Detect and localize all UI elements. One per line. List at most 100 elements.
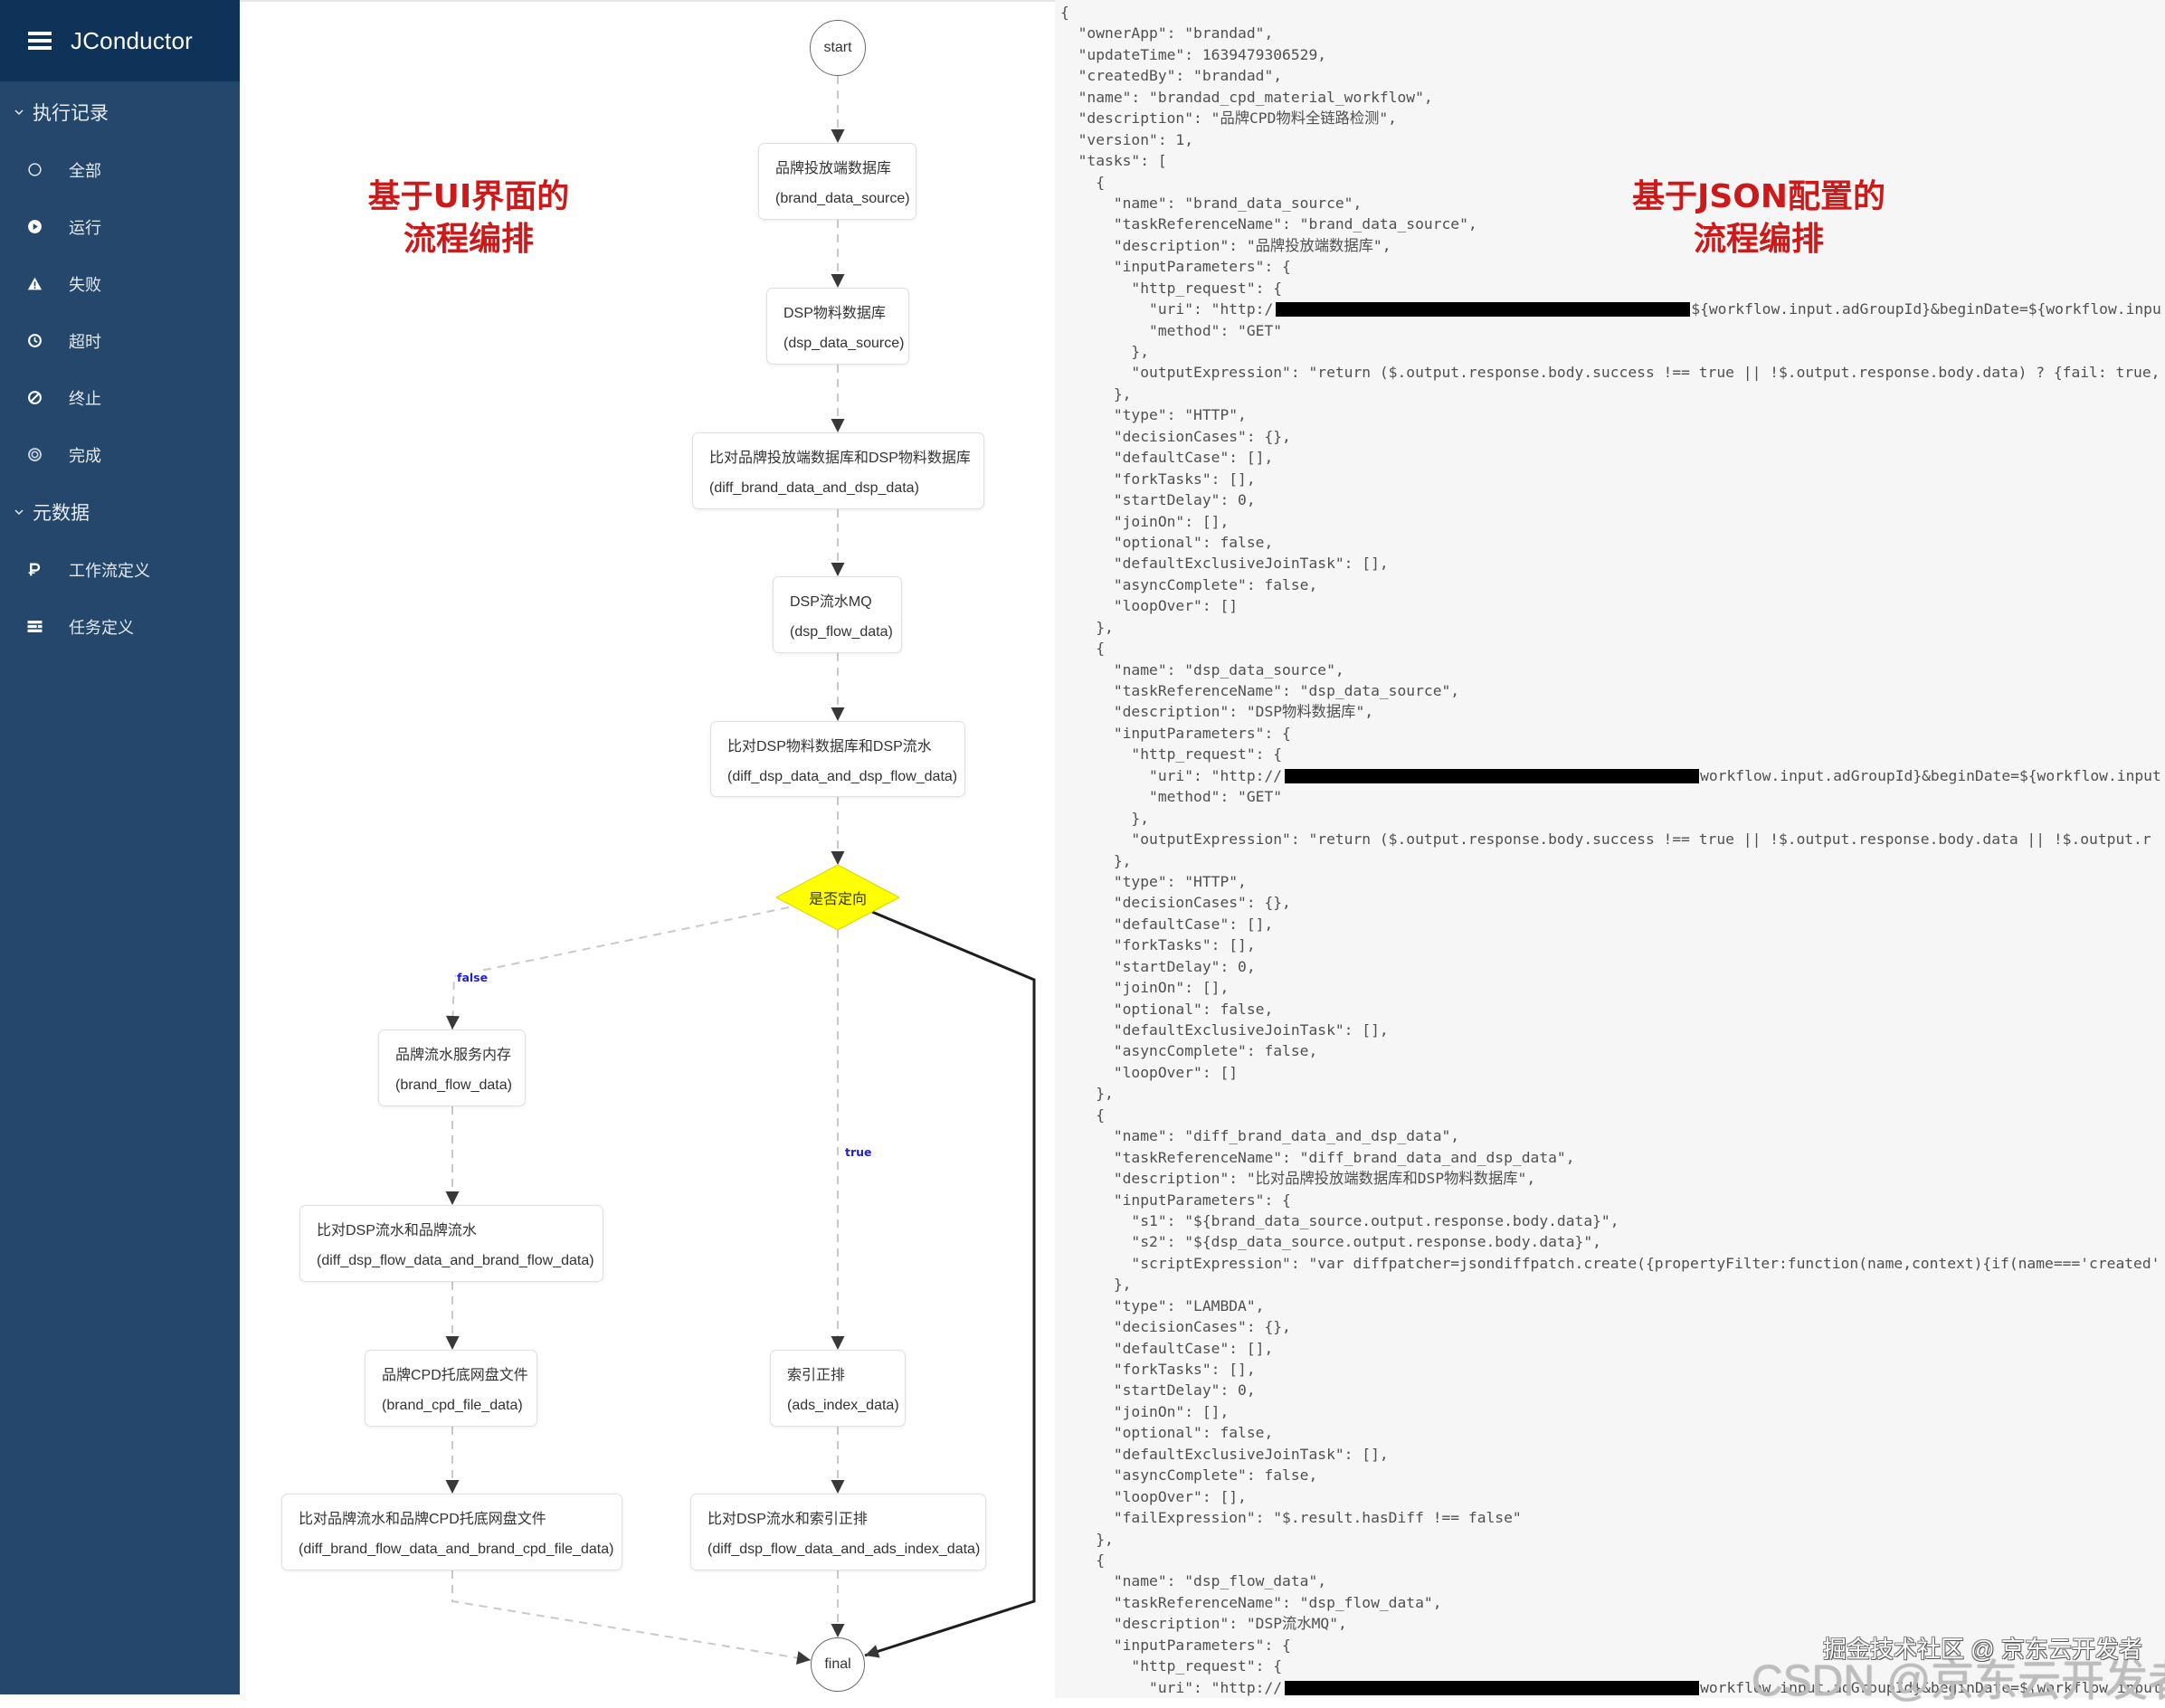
code-line: "optional": false, [1060, 533, 1274, 551]
code-line: "name": "dsp_flow_data", [1060, 1572, 1327, 1590]
terminal-node-label: start [823, 40, 852, 55]
code-line: "uri": "http:// workflow.input.adGroupId}… [1060, 765, 2161, 786]
code-line: "inputParameters": { [1060, 724, 1291, 742]
code-line: "taskReferenceName": "dsp_data_source", [1060, 682, 1460, 699]
code-line: }, [1060, 384, 1132, 403]
task-node-ref: (ads_index_data) [787, 1398, 899, 1413]
code-text: "uri": "http:/ [1060, 300, 1274, 318]
arrowhead-icon [831, 419, 845, 432]
task-node-dsp-flow-data[interactable]: DSP流水MQ (dsp_flow_data) [773, 576, 902, 653]
code-line: "asyncComplete": false, [1060, 1466, 1318, 1485]
code-text: ${workflow.input.adGroupId}&beginDate=${… [1691, 300, 2161, 318]
code-line: "scriptExpression": "var diffpatcher=jso… [1060, 1254, 2160, 1272]
task-node-label: 品牌投放端数据库 [775, 161, 892, 176]
arrowhead-icon [445, 1336, 460, 1350]
code-line: "name": "dsp_data_source", [1060, 660, 1344, 678]
task-node-diff-dsp-flow-data-and-brand-flow-data[interactable]: 比对DSP流水和品牌流水 (diff_dsp_flow_data_and_bran… [299, 1205, 603, 1282]
edge-diff-brand-flow-data-and-brand-cpd-file-data-to-final [451, 1570, 812, 1661]
task-node-label: 品牌流水服务内存 [395, 1048, 512, 1063]
code-line: "type": "HTTP", [1060, 406, 1247, 424]
code-line: }, [1060, 1530, 1114, 1548]
code-line: "loopOver": [], [1060, 1487, 1247, 1505]
task-node-diff-brand-data-and-dsp-data[interactable]: 比对品牌投放端数据库和DSP物料数据库 (diff_brand_data_and_… [692, 432, 984, 509]
task-node-ref: (brand_flow_data) [395, 1077, 512, 1093]
code-line: "createdBy": "brandad", [1060, 67, 1283, 85]
code-line: }, [1060, 343, 1150, 360]
task-node-label: 比对品牌流水和品牌CPD托底网盘文件 [299, 1512, 546, 1527]
decision-node[interactable]: 是否定向 [776, 865, 899, 930]
task-node-diff-dsp-flow-data-and-ads-index-data[interactable]: 比对DSP流水和索引正排 (diff_dsp_flow_data_and_ads_… [690, 1494, 986, 1570]
json-editor[interactable]: { "ownerApp": "brandad", "updateTime": 1… [1060, 2, 2161, 1698]
code-line: "description": "品牌CPD物料全链路检测", [1060, 109, 1397, 128]
task-node-ref: (diff_brand_data_and_dsp_data) [709, 480, 919, 496]
redaction-bar [1285, 768, 1700, 783]
task-node-label: 比对DSP流水和索引正排 [707, 1512, 868, 1527]
code-line: "failExpression": "$.result.hasDiff !== … [1060, 1509, 1522, 1527]
end-node[interactable]: final [811, 1637, 865, 1692]
code-line: "defaultExclusiveJoinTask": [], [1060, 1445, 1389, 1463]
code-line: { [1060, 640, 1106, 658]
code-line: "inputParameters": { [1060, 1191, 1291, 1209]
code-line: "joinOn": [], [1060, 1402, 1230, 1420]
task-node-diff-brand-flow-data-and-brand-cpd-file-data[interactable]: 比对品牌流水和品牌CPD托底网盘文件 (diff_brand_flow_data_… [281, 1494, 622, 1570]
task-node-diff-dsp-data-and-dsp-flow-data[interactable]: 比对DSP物料数据库和DSP流水 (diff_dsp_data_and_dsp_f… [710, 721, 965, 797]
code-line: }, [1060, 809, 1150, 827]
task-node-ref: (brand_data_source) [775, 191, 910, 206]
code-line: "taskReferenceName": "dsp_flow_data", [1060, 1593, 1442, 1611]
code-line: "defaultExclusiveJoinTask": [], [1060, 555, 1389, 573]
edge-label-true: true [844, 1145, 873, 1160]
code-line: "taskReferenceName": "brand_data_source"… [1060, 215, 1477, 233]
annotation-line: 基于UI界面的 [367, 178, 570, 215]
code-line: "forkTasks": [], [1060, 1361, 1256, 1378]
start-node[interactable]: start [810, 20, 866, 76]
task-node-ads-index-data[interactable]: 索引正排 (ads_index_data) [770, 1350, 906, 1427]
task-node-label: 比对品牌投放端数据库和DSP物料数据库 [709, 451, 971, 466]
annotation-line: 流程编排 [403, 221, 534, 258]
arrowhead-icon [831, 1624, 845, 1637]
json-orchestration-annotation: 基于JSON配置的 流程编排 [1614, 176, 1904, 261]
code-line: "s2": "${dsp_data_source.output.response… [1060, 1233, 1601, 1251]
code-line: }, [1060, 1085, 1114, 1103]
arrowhead-icon [831, 707, 845, 721]
task-node-brand-flow-data[interactable]: 品牌流水服务内存 (brand_flow_data) [378, 1030, 526, 1106]
task-node-ref: (dsp_flow_data) [790, 624, 893, 640]
code-line: "description": "比对品牌投放端数据库和DSP物料数据库", [1060, 1170, 1536, 1188]
code-text: "uri": "http:// [1060, 1678, 1283, 1696]
task-node-label: 比对DSP流水和品牌流水 [317, 1223, 477, 1238]
task-node-label: DSP物料数据库 [783, 306, 886, 321]
task-node-brand-data-source[interactable]: 品牌投放端数据库 (brand_data_source) [758, 143, 916, 220]
arrowhead-icon [831, 1336, 845, 1350]
code-line: "description": "品牌投放端数据库", [1060, 236, 1391, 254]
code-line: { [1060, 173, 1106, 191]
code-line: "decisionCases": {}, [1060, 427, 1291, 445]
task-node-ref: (diff_dsp_flow_data_and_brand_flow_data) [317, 1253, 594, 1268]
arrowhead-icon [795, 1651, 811, 1665]
arrowhead-icon [445, 1480, 460, 1494]
code-line: "updateTime": 1639479306529, [1060, 45, 1327, 63]
watermark-juejin: 掘金技术社区 @ 京东云开发者 [1823, 1636, 2142, 1663]
code-line: "outputExpression": "return ($.output.re… [1060, 830, 2151, 849]
code-line: "type": "LAMBDA", [1060, 1296, 1265, 1314]
code-line: "name": "brandad_cpd_material_workflow", [1060, 88, 1433, 106]
code-line: "optional": false, [1060, 1424, 1274, 1442]
code-text: workflow.input.adGroupId}&beginDate=${wo… [1700, 766, 2161, 784]
code-line: "version": 1, [1060, 130, 1194, 148]
code-line: "method": "GET" [1060, 788, 1283, 806]
terminal-node-label: final [824, 1656, 851, 1672]
arrowhead-icon [831, 274, 845, 288]
task-node-brand-cpd-file-data[interactable]: 品牌CPD托底网盘文件 (brand_cpd_file_data) [365, 1350, 537, 1427]
code-line: }, [1060, 851, 1132, 869]
redaction-bar [1285, 1680, 1700, 1695]
arrowhead-icon [831, 563, 845, 576]
task-node-label: 比对DSP物料数据库和DSP流水 [727, 739, 932, 754]
task-node-dsp-data-source[interactable]: DSP物料数据库 (dsp_data_source) [766, 288, 909, 365]
code-line: { [1060, 4, 1069, 21]
code-line: "joinOn": [], [1060, 979, 1230, 997]
arrowhead-icon [831, 129, 845, 143]
task-node-ref: (diff_dsp_data_and_dsp_flow_data) [727, 769, 958, 784]
code-line: "forkTasks": [], [1060, 936, 1256, 954]
code-line: { [1060, 1551, 1106, 1569]
code-line: "loopOver": [] [1060, 1063, 1239, 1081]
code-line: "name": "diff_brand_data_and_dsp_data", [1060, 1127, 1460, 1145]
code-line: "description": "DSP物料数据库", [1060, 703, 1374, 721]
